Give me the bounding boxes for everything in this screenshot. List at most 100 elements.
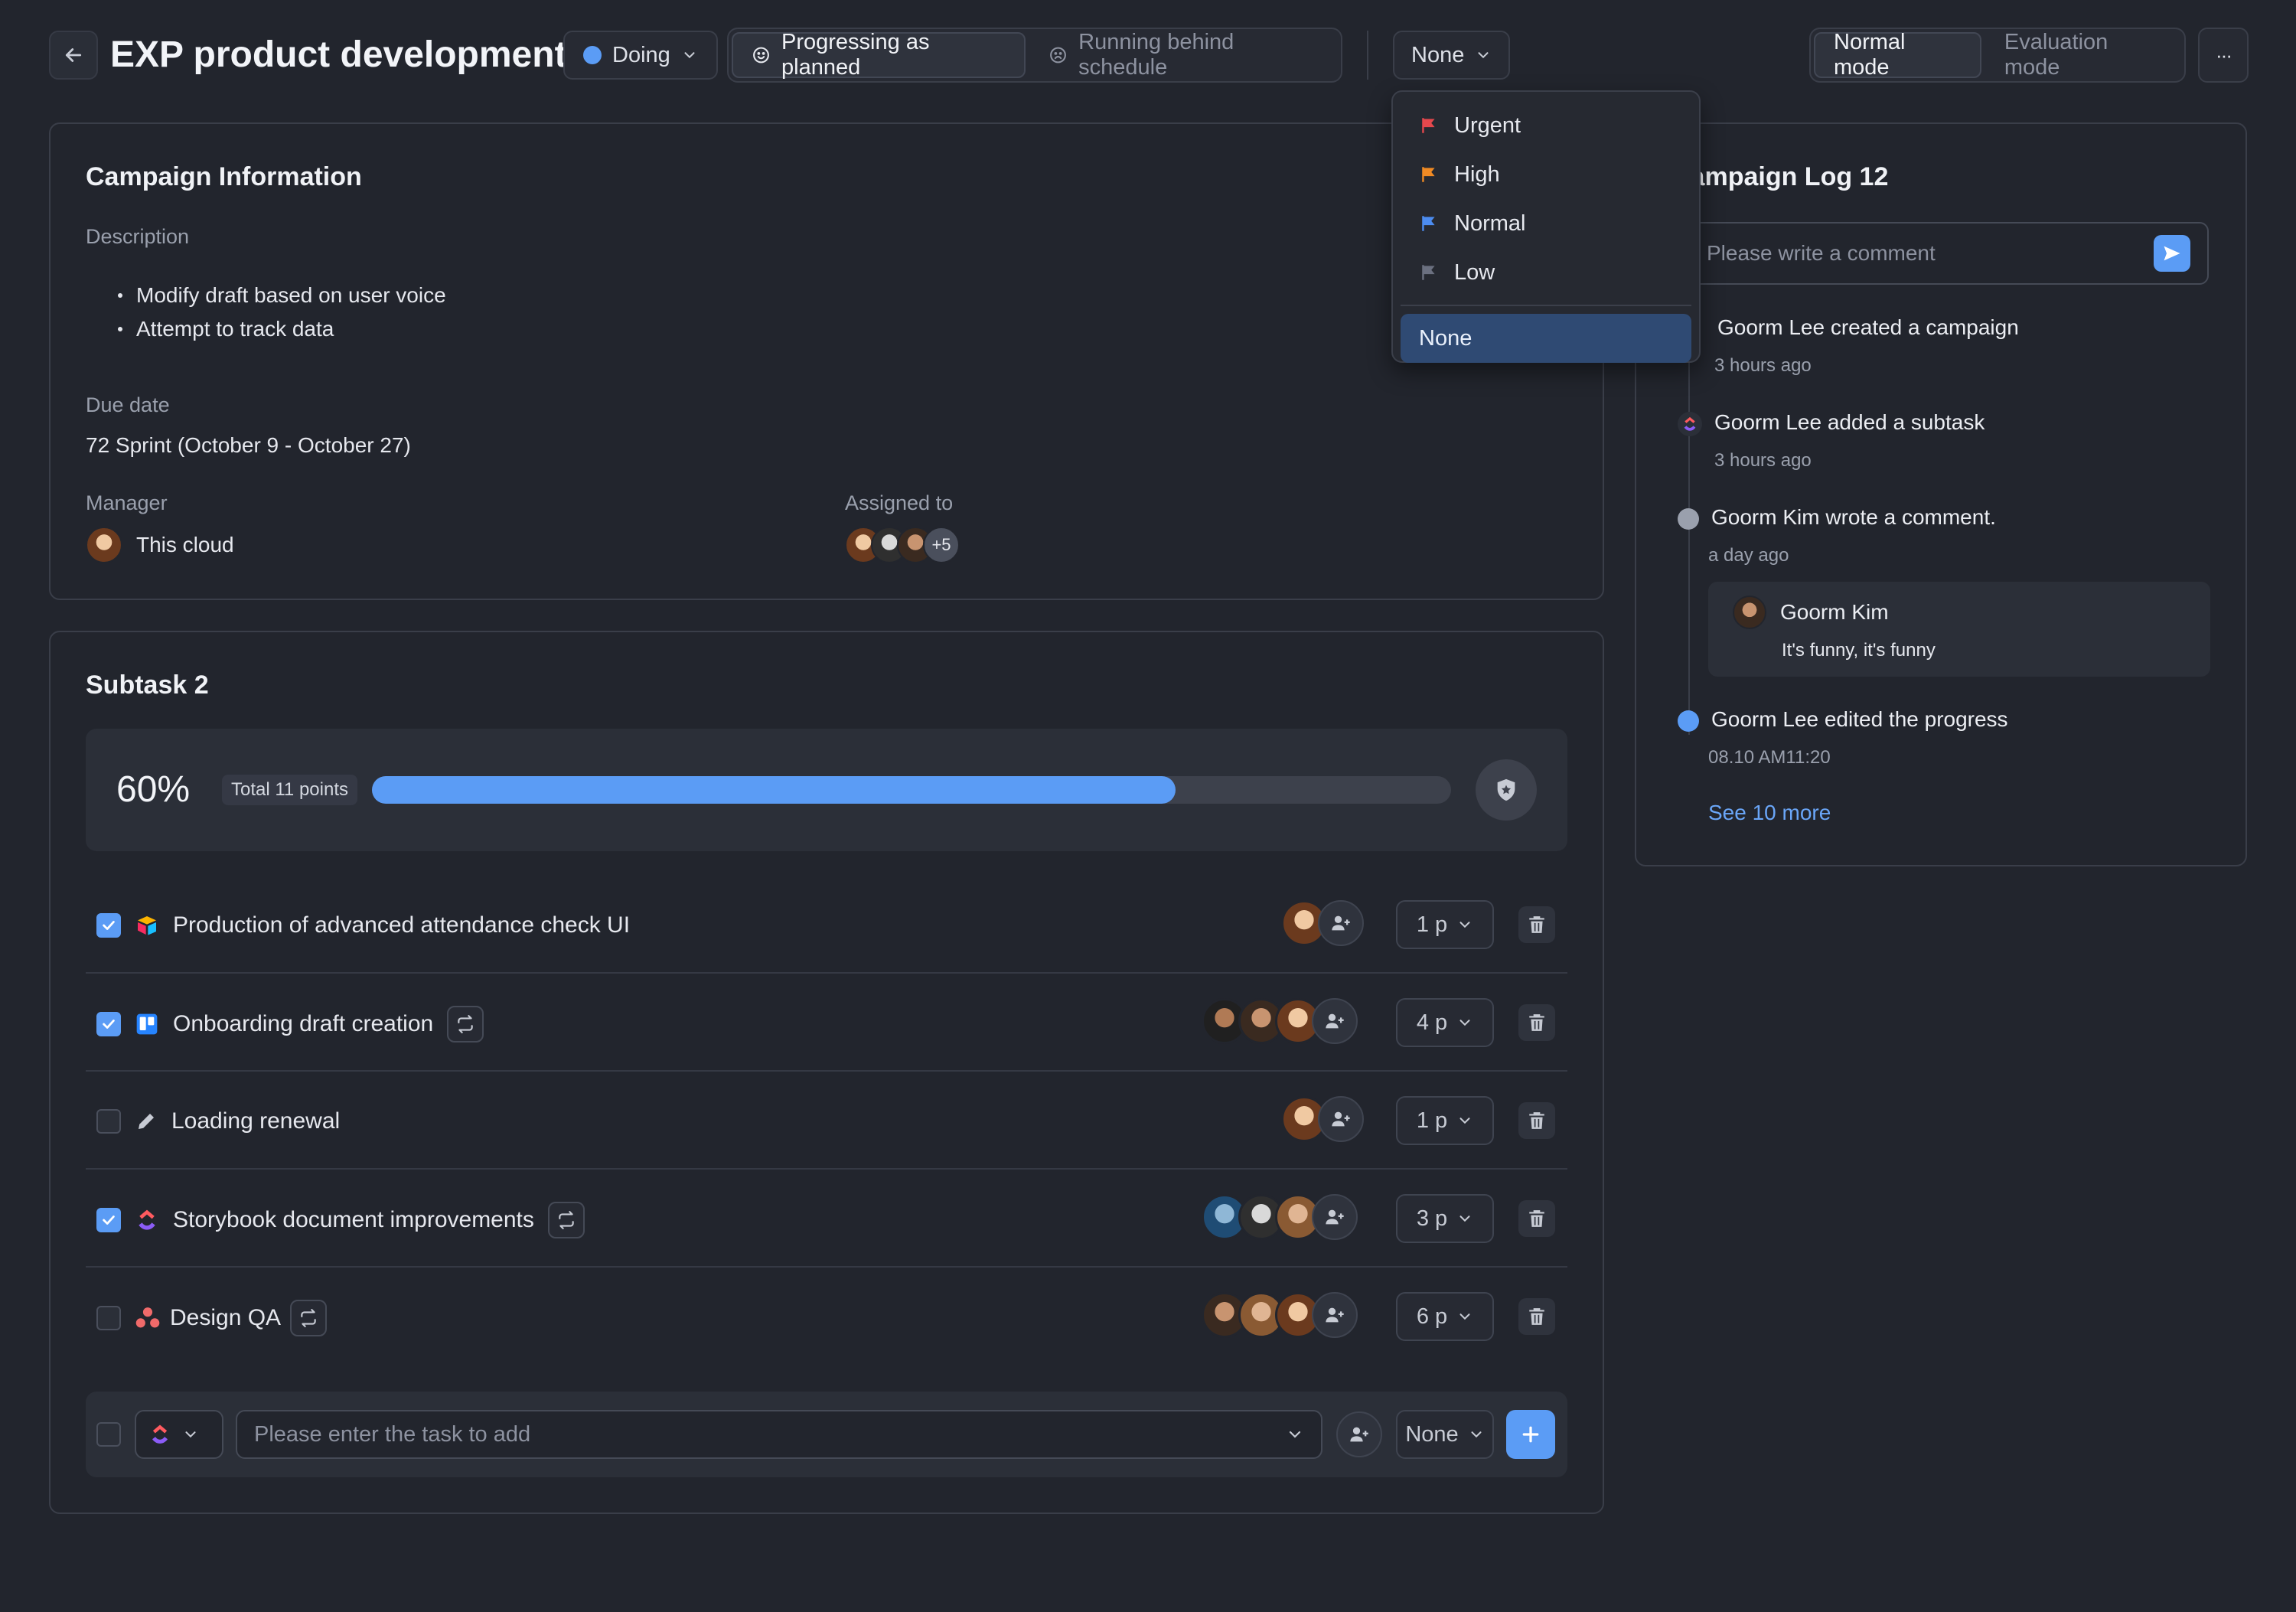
plus-icon (1522, 1426, 1539, 1443)
comment-input[interactable]: Please write a comment (1688, 222, 2209, 285)
new-task-input[interactable]: Please enter the task to add (236, 1410, 1322, 1459)
chevron-down-icon (1475, 47, 1492, 64)
priority-dropdown[interactable]: None (1393, 31, 1511, 80)
priority-option-high[interactable]: High (1401, 150, 1691, 199)
new-task-points-select[interactable]: None (1396, 1410, 1494, 1459)
add-task-button[interactable] (1506, 1410, 1555, 1459)
campaign-info-title: Campaign Information (86, 162, 362, 191)
delete-button[interactable] (1518, 1200, 1555, 1237)
delete-button[interactable] (1518, 1102, 1555, 1139)
add-assignee-button[interactable] (1312, 1194, 1358, 1240)
chevron-down-icon (1459, 1020, 1470, 1026)
task-assignees[interactable] (1202, 1194, 1358, 1240)
chevron-down-icon (1459, 1313, 1470, 1320)
task-row-main: Storybook document improvements (96, 1202, 585, 1238)
clickup-icon (1678, 412, 1702, 436)
user-plus-icon (1332, 915, 1350, 931)
points-select[interactable]: 4 p (1396, 998, 1494, 1047)
new-task-assignee-button[interactable] (1336, 1411, 1382, 1457)
points-value: 1 p (1416, 912, 1448, 937)
chevron-down-icon (1289, 1431, 1301, 1438)
task-row-main: Onboarding draft creation (96, 1006, 484, 1043)
add-assignee-button[interactable] (1312, 1292, 1358, 1338)
priority-option-label: Low (1454, 259, 1495, 285)
status-dropdown[interactable]: Doing (563, 31, 718, 80)
points-select[interactable]: 6 p (1396, 1292, 1494, 1341)
manager[interactable]: This cloud (86, 527, 234, 563)
chevron-down-icon (1471, 1431, 1482, 1438)
repeat-button[interactable] (290, 1300, 328, 1336)
task-label[interactable]: Storybook document improvements (173, 1207, 534, 1233)
user-plus-icon (1350, 1427, 1368, 1442)
task-checkbox[interactable] (96, 1109, 121, 1134)
task-checkbox[interactable] (96, 1208, 121, 1232)
progress-on-plan-option[interactable]: Progressing as planned (732, 30, 1026, 80)
priority-option-none[interactable]: None (1401, 314, 1691, 363)
task-assignees[interactable] (1281, 1096, 1364, 1142)
assigned-avatars[interactable]: +5 (845, 527, 960, 563)
see-more-link[interactable]: See 10 more (1708, 801, 1831, 825)
evaluation-mode-tab[interactable]: Evaluation mode (1986, 30, 2181, 80)
task-label[interactable]: Design QA (170, 1305, 281, 1331)
repeat-button[interactable] (447, 1006, 484, 1043)
task-checkbox[interactable] (96, 1306, 121, 1330)
repeat-button[interactable] (547, 1202, 585, 1238)
task-label[interactable]: Onboarding draft creation (173, 1011, 433, 1037)
points-select[interactable]: 1 p (1396, 1096, 1494, 1145)
back-button[interactable] (49, 31, 98, 80)
task-checkbox[interactable] (96, 913, 121, 938)
progress-percent: 60% (116, 769, 191, 810)
new-task-placeholder: Please enter the task to add (254, 1421, 531, 1447)
send-icon (2164, 246, 2180, 261)
new-task-points-value: None (1405, 1421, 1459, 1447)
avatar (1733, 596, 1766, 629)
task-source-select[interactable] (135, 1410, 223, 1459)
log-entry-text: Goorm Kim wrote a comment. (1711, 505, 1996, 529)
log-entry-text: Goorm Lee created a campaign (1717, 315, 2019, 339)
task-label[interactable]: Loading renewal (171, 1108, 340, 1134)
task-label[interactable]: Production of advanced attendance check … (173, 912, 630, 938)
task-assignees[interactable] (1281, 900, 1364, 946)
add-assignee-button[interactable] (1318, 1096, 1364, 1142)
arrow-left-icon (65, 48, 82, 62)
log-dot-icon (1678, 710, 1699, 732)
progress-on-plan-label: Progressing as planned (781, 30, 930, 80)
user-plus-icon (1326, 1013, 1344, 1029)
priority-option-urgent[interactable]: Urgent (1401, 101, 1691, 150)
delete-button[interactable] (1518, 1298, 1555, 1335)
progress-behind-option[interactable]: Running behind schedule (1030, 30, 1338, 80)
task-assignees[interactable] (1202, 1292, 1358, 1338)
add-assignee-button[interactable] (1318, 900, 1364, 946)
header-divider (1367, 31, 1368, 80)
comment-placeholder: Please write a comment (1707, 241, 1936, 265)
log-entry-time: 08.10 AM11:20 (1708, 747, 1831, 768)
task-assignees[interactable] (1202, 998, 1358, 1044)
status-label: Doing (612, 42, 670, 67)
log-entry-time: 3 hours ago (1714, 450, 1812, 471)
due-date-value: 72 Sprint (October 9 - October 27) (86, 433, 411, 457)
log-timeline (1688, 337, 1690, 735)
delete-button[interactable] (1518, 1004, 1555, 1041)
task-checkbox[interactable] (96, 1012, 121, 1036)
check-icon (103, 921, 115, 930)
new-task-checkbox[interactable] (96, 1422, 121, 1447)
priority-option-low[interactable]: Low (1401, 248, 1691, 297)
priority-option-normal[interactable]: Normal (1401, 199, 1691, 248)
shield-button[interactable] (1476, 759, 1537, 821)
more-button[interactable]: ··· (2198, 28, 2249, 83)
task-row-main: Design QA (96, 1300, 328, 1336)
comment-author-name: Goorm Kim (1780, 600, 1889, 624)
add-assignee-button[interactable] (1312, 998, 1358, 1044)
send-button[interactable] (2154, 235, 2190, 272)
points-select[interactable]: 1 p (1396, 900, 1494, 949)
points-select[interactable]: 3 p (1396, 1194, 1494, 1243)
delete-button[interactable] (1518, 906, 1555, 943)
subtask-title: Subtask 2 (86, 671, 209, 700)
comment-author: Goorm Kim (1733, 596, 1889, 629)
clickup-icon (152, 1424, 168, 1444)
trash-icon (1529, 1112, 1544, 1129)
normal-mode-tab[interactable]: Normal mode (1814, 30, 1981, 80)
progress-behind-label: Running behind schedule (1078, 30, 1234, 80)
task-row-main: Loading renewal (96, 1108, 340, 1134)
task-row-main: Production of advanced attendance check … (96, 912, 630, 938)
